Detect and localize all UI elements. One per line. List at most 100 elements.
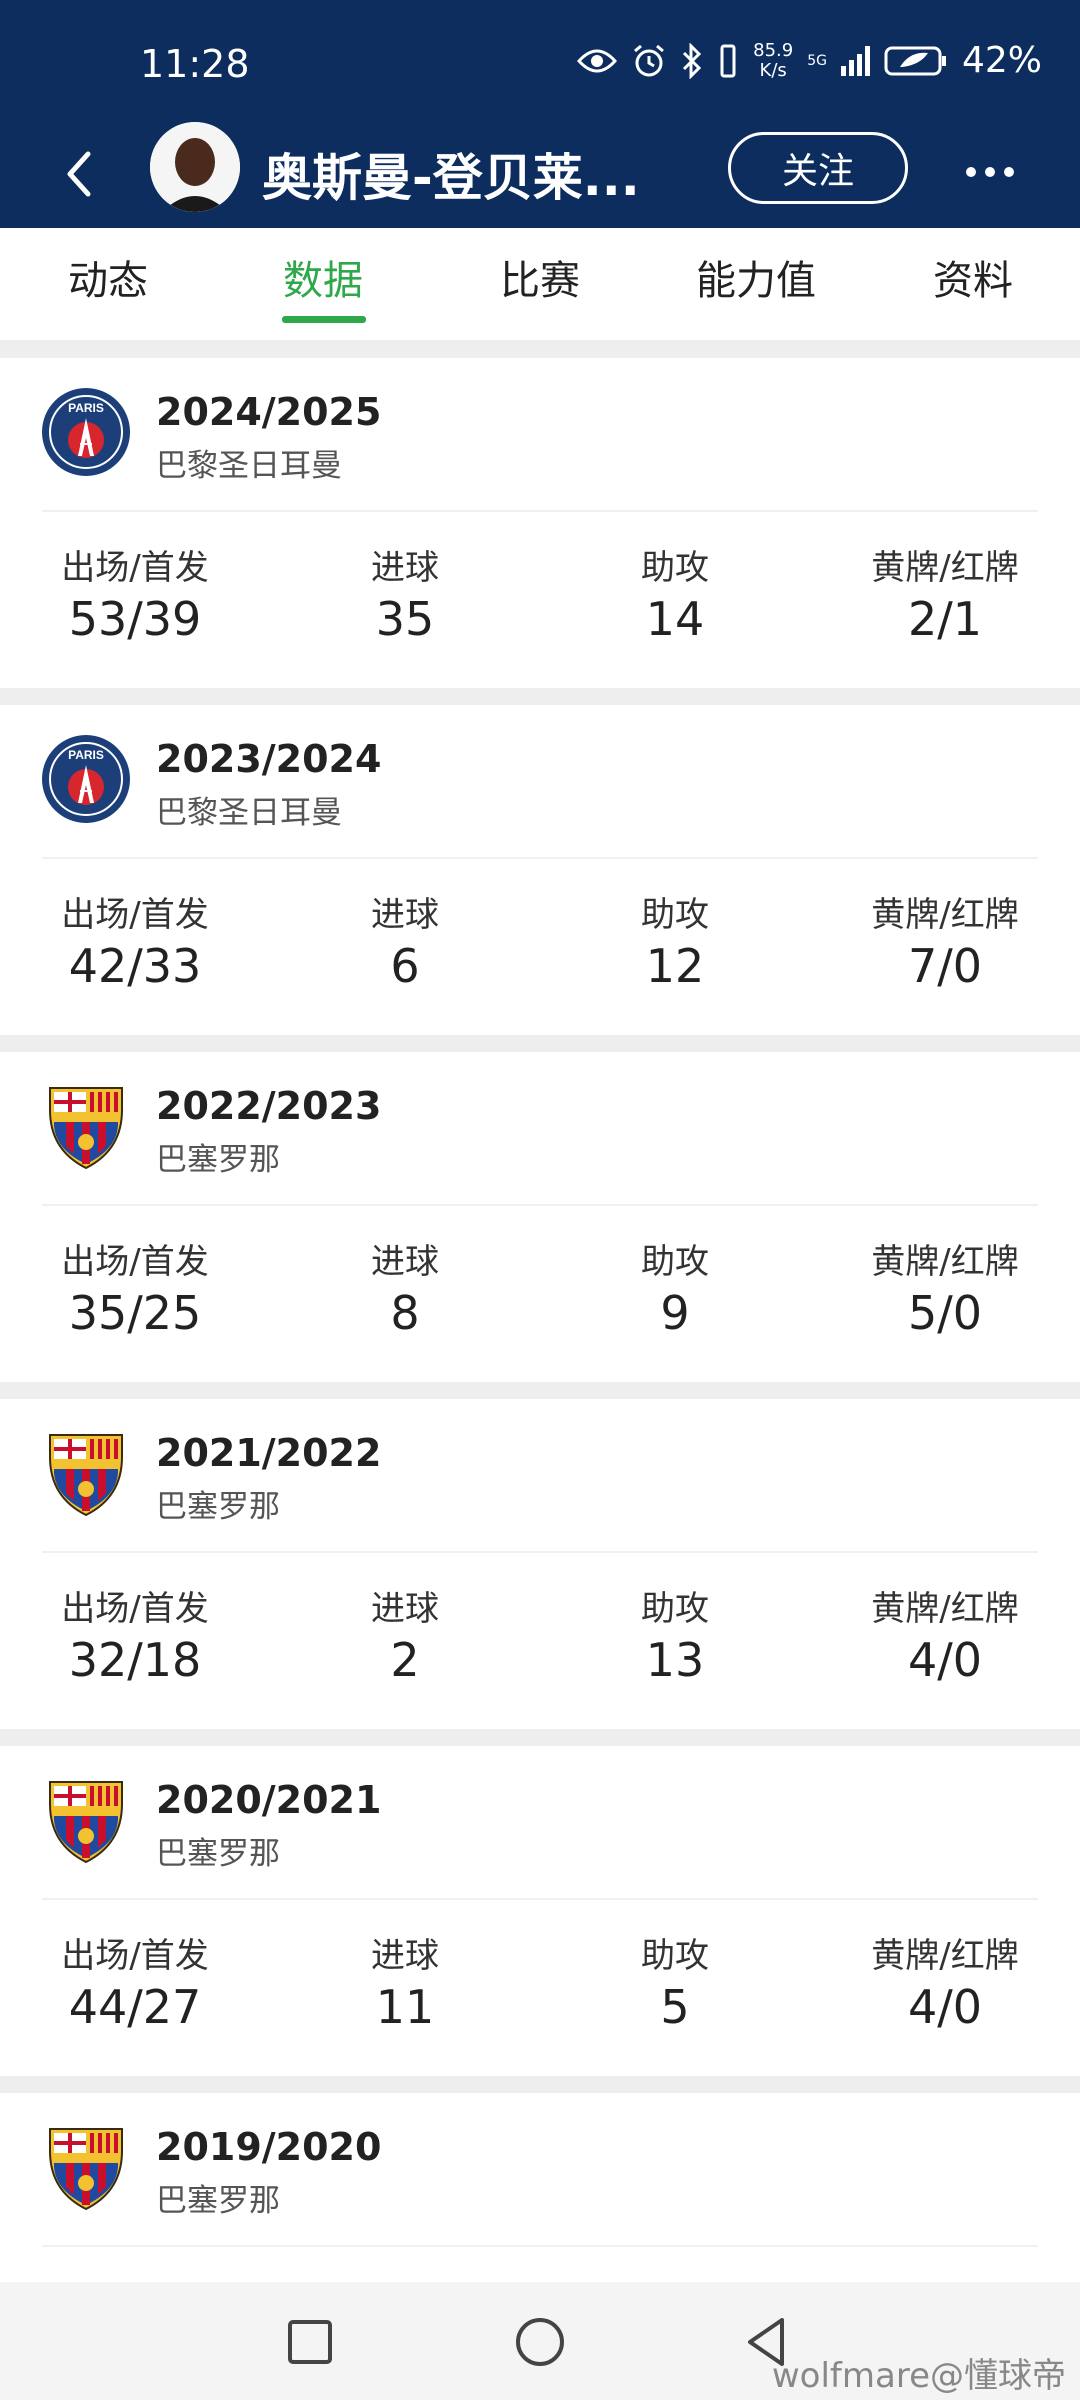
- stat-value: 9: [660, 1286, 690, 1340]
- tab-news[interactable]: 动态: [28, 248, 188, 306]
- status-icons: 85.9 K/s 5G 42%: [577, 40, 1042, 81]
- season-card[interactable]: 2021/2022 巴塞罗那 出场/首发 32/18 进球 2 助攻 13 黄牌/红牌 4/0: [0, 1399, 1080, 1729]
- tab-bar: 动态 数据 比赛 能力值 资料: [0, 228, 1080, 340]
- signal-icon: [840, 45, 870, 76]
- card-divider: [42, 857, 1038, 859]
- card-divider: [42, 1204, 1038, 1206]
- more-dot-icon: [985, 167, 995, 177]
- fcb-logo-icon: [40, 1080, 132, 1172]
- stat-label: 助攻: [641, 1936, 709, 1976]
- season-year: 2022/2023: [156, 1084, 382, 1128]
- chevron-left-icon: [67, 151, 91, 197]
- club-name: 巴黎圣日耳曼: [156, 448, 342, 484]
- card-divider: [42, 2245, 1038, 2247]
- svg-text:PARIS: PARIS: [68, 401, 104, 415]
- stat-goals: 进球 35: [295, 548, 515, 650]
- net-speed-unit: K/s: [759, 59, 787, 81]
- season-year: 2021/2022: [156, 1431, 382, 1475]
- svg-text:PARIS: PARIS: [68, 748, 104, 762]
- stat-value: 53/39: [68, 592, 202, 646]
- more-dot-icon: [966, 167, 976, 177]
- club-name: 巴塞罗那: [156, 1142, 280, 1178]
- card-divider: [42, 1898, 1038, 1900]
- network-type: 5G: [807, 54, 827, 68]
- stat-label: 进球: [371, 1936, 439, 1976]
- stat-apps: 出场/首发 53/39: [25, 548, 245, 650]
- stat-label: 助攻: [641, 548, 709, 588]
- stat-assists: 助攻 12: [565, 895, 785, 997]
- home-button[interactable]: [510, 2312, 570, 2372]
- tab-active-indicator: [282, 316, 366, 323]
- stat-cards: 黄牌/红牌 2/1: [835, 548, 1055, 650]
- season-card[interactable]: PARIS 2024/2025 巴黎圣日耳曼出场/首发 53/39 进球 35 助攻 14 黄…: [0, 358, 1080, 688]
- stat-assists: 助攻 14: [565, 548, 785, 650]
- vibrate-icon: [717, 43, 739, 79]
- stat-cards: 黄牌/红牌 5/0: [835, 1242, 1055, 1344]
- fcb-logo-icon: [40, 1427, 132, 1519]
- stat-apps: 出场/首发 42/33: [25, 895, 245, 997]
- fcb-logo-icon: [40, 1774, 132, 1866]
- psg-logo-icon: PARIS: [40, 733, 132, 825]
- stat-label: 出场/首发: [61, 1936, 209, 1976]
- stat-label: 助攻: [641, 1242, 709, 1282]
- follow-button[interactable]: 关注: [728, 132, 908, 204]
- circle-icon: [516, 2318, 564, 2366]
- player-name: 奥斯曼-登贝莱...: [262, 149, 640, 207]
- avatar[interactable]: [150, 122, 240, 212]
- stat-label: 黄牌/红牌: [871, 1589, 1019, 1629]
- stat-cards: 黄牌/红牌 7/0: [835, 895, 1055, 997]
- stat-label: 黄牌/红牌: [871, 1936, 1019, 1976]
- tab-profile[interactable]: 资料: [893, 248, 1053, 306]
- stat-assists: 助攻 13: [565, 1589, 785, 1691]
- season-card[interactable]: 2020/2021 巴塞罗那 出场/首发 44/27 进球 11 助攻 5 黄牌/红牌 4/0: [0, 1746, 1080, 2076]
- recents-button[interactable]: [280, 2312, 340, 2372]
- stat-value: 5/0: [907, 1286, 983, 1340]
- stat-value: 12: [645, 939, 705, 993]
- stat-label: 出场/首发: [61, 1589, 209, 1629]
- watermark: wolfmare@懂球帝: [771, 2356, 1066, 2396]
- battery-percent: 42%: [961, 40, 1042, 81]
- club-name: 巴黎圣日耳曼: [156, 795, 342, 831]
- season-card[interactable]: PARIS 2023/2024 巴黎圣日耳曼 出场/首发 42/33 进球 6 助攻 12 黄牌…: [0, 705, 1080, 1035]
- psg-logo-icon: PARIS: [40, 386, 132, 478]
- stat-label: 进球: [371, 895, 439, 935]
- stat-goals: 进球 2: [295, 1589, 515, 1691]
- season-year: 2024/2025: [156, 390, 382, 434]
- more-dot-icon: [1004, 167, 1014, 177]
- stat-assists: 助攻 9: [565, 1242, 785, 1344]
- stat-cards: 黄牌/红牌 4/0: [835, 1589, 1055, 1691]
- more-options-button[interactable]: [955, 142, 1025, 202]
- battery-icon: [884, 45, 948, 77]
- stat-value: 5: [660, 1980, 690, 2034]
- network-type-label: 5G: [807, 52, 827, 69]
- player-avatar-icon: [150, 122, 240, 212]
- stat-assists: 助攻 5: [565, 1936, 785, 2038]
- back-button[interactable]: [52, 142, 112, 206]
- stat-apps: 出场/首发 32/18: [25, 1589, 245, 1691]
- tab-stats[interactable]: 数据: [243, 248, 403, 306]
- status-time: 11:28: [140, 42, 250, 86]
- stat-apps: 出场/首发 44/27: [25, 1936, 245, 2038]
- stat-value: 42/33: [68, 939, 202, 993]
- card-divider: [42, 510, 1038, 512]
- stat-value: 14: [645, 592, 705, 646]
- stat-value: 2/1: [907, 592, 983, 646]
- stat-label: 助攻: [641, 895, 709, 935]
- season-card[interactable]: 2022/2023 巴塞罗那 出场/首发 35/25 进球 8 助攻 9 黄牌/红牌 5/0: [0, 1052, 1080, 1382]
- stat-goals: 进球 8: [295, 1242, 515, 1344]
- tab-ability[interactable]: 能力值: [676, 248, 836, 306]
- alarm-icon: [631, 43, 667, 79]
- stat-label: 出场/首发: [61, 895, 209, 935]
- fcb-logo-icon: [40, 2121, 132, 2213]
- stat-label: 黄牌/红牌: [871, 548, 1019, 588]
- app-header: 奥斯曼-登贝莱... 关注: [0, 120, 1080, 228]
- stat-value: 7/0: [907, 939, 983, 993]
- status-bar: 11:28 85.9 K/s 5G 42%: [0, 0, 1080, 120]
- stat-label: 进球: [371, 1589, 439, 1629]
- stat-value: 32/18: [68, 1633, 202, 1687]
- eye-icon: [577, 47, 618, 75]
- tab-matches[interactable]: 比赛: [460, 248, 620, 306]
- stat-value: 13: [645, 1633, 705, 1687]
- net-speed: 85.9 K/s: [753, 40, 793, 81]
- stat-value: 11: [375, 1980, 435, 2034]
